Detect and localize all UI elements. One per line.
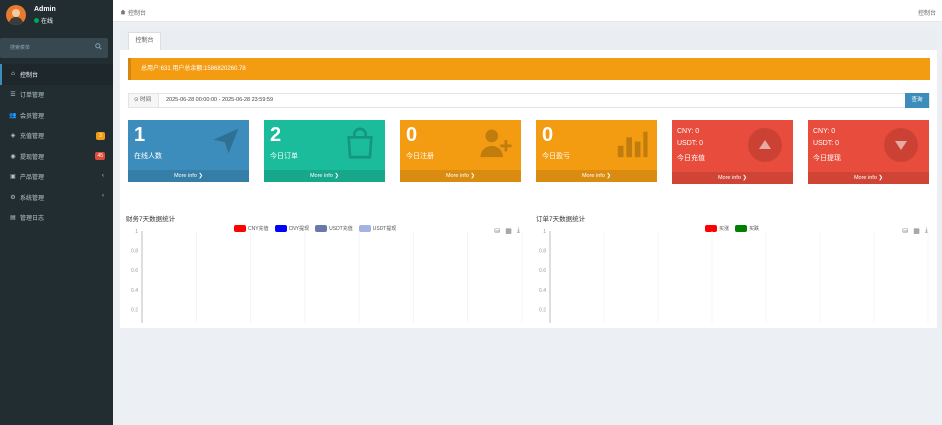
time-range-input[interactable]: 2025-06-28 00:00:00 - 2025-06-28 23:59:5… bbox=[166, 94, 273, 107]
stat-value: 0 bbox=[406, 124, 418, 146]
withdraw-usdt: USDT: 0 bbox=[813, 140, 840, 147]
sidebar-item-label: 充值管理 bbox=[20, 134, 45, 141]
sidebar-item[interactable]: ⌂ 控制台 bbox=[0, 64, 113, 85]
more-info-link[interactable]: More info ❯ bbox=[400, 170, 521, 182]
user-name: Admin bbox=[34, 6, 56, 13]
more-info-link[interactable]: More info ❯ bbox=[536, 170, 657, 182]
sidebar-item[interactable]: ▣ 产品管理 ‹ bbox=[0, 167, 113, 188]
y-tick-label: 0.4 bbox=[131, 288, 138, 294]
stat-value: 1 bbox=[134, 124, 146, 146]
time-filter: ⊙ 时间 2025-06-28 00:00:00 - 2025-06-28 23… bbox=[128, 93, 930, 108]
shopping-bag-icon bbox=[343, 126, 377, 162]
recharge-label: 今日充值 bbox=[677, 155, 705, 162]
y-tick-label: 0.4 bbox=[539, 288, 546, 294]
users-icon: 👥 bbox=[9, 112, 17, 119]
chart-canvas: 10.80.60.40.202025-06-222025-06-232025-0… bbox=[539, 229, 929, 323]
y-tick-label: 1 bbox=[543, 229, 546, 235]
user-add-icon bbox=[479, 126, 513, 162]
sidebar-menu: ⌂ 控制台 ☰ 订单管理 👥 会员管理 ◈ 充值管理 3 ◉ 提现管理 45 ▣ 产品管理 ‹ ⚙ 系统管理 ‹ ▤… bbox=[0, 64, 113, 228]
sidebar-item-label: 系统管理 bbox=[20, 195, 45, 202]
tab-bar: 控制台 bbox=[120, 28, 937, 50]
bar-chart-icon bbox=[615, 126, 649, 162]
y-tick-label: 0.6 bbox=[131, 268, 138, 274]
chevron-left-icon: ‹ bbox=[102, 172, 104, 179]
recharge-cny: CNY: 0 bbox=[677, 128, 700, 135]
query-button[interactable]: 查询 bbox=[905, 93, 929, 108]
sidebar-item-label: 产品管理 bbox=[20, 175, 45, 182]
stat-cards: 1 在线人数 More info ❯ 2 今日订单 More info ❯ 0 … bbox=[128, 120, 930, 212]
sidebar-item-label: 会员管理 bbox=[20, 113, 45, 120]
sidebar-item[interactable]: 👥 会员管理 bbox=[0, 105, 113, 126]
withdraw-label: 今日提现 bbox=[813, 155, 841, 162]
stat-card-orders: 2 今日订单 More info ❯ bbox=[264, 120, 385, 182]
y-tick-label: 0.2 bbox=[539, 307, 546, 313]
arrow-up-circle-icon bbox=[748, 128, 782, 162]
top-bar: 控制台 控制台 bbox=[113, 0, 942, 22]
y-tick-label: 0.8 bbox=[131, 249, 138, 255]
home-icon bbox=[120, 9, 126, 17]
list-icon: ☰ bbox=[10, 92, 16, 99]
sidebar-item-label: 提现管理 bbox=[20, 154, 45, 161]
arrow-down-circle-icon bbox=[884, 128, 918, 162]
sidebar-item-label: 订单管理 bbox=[20, 93, 45, 100]
count-badge: 45 bbox=[95, 152, 105, 160]
sidebar-item[interactable]: ◈ 充值管理 3 bbox=[0, 126, 113, 147]
stat-value: 2 bbox=[270, 124, 282, 146]
stat-card-online: 1 在线人数 More info ❯ bbox=[128, 120, 249, 182]
more-info-link[interactable]: More info ❯ bbox=[808, 172, 929, 184]
stat-label: 今日订单 bbox=[270, 153, 298, 160]
stat-card-recharge: CNY: 0 USDT: 0 今日充值 More info ❯ bbox=[672, 120, 793, 184]
summary-notice: 总用户:631 用户总余额:1586820260.78 bbox=[128, 58, 930, 80]
settings-icon: ⚙ bbox=[10, 194, 16, 201]
product-icon: ▣ bbox=[10, 174, 16, 181]
user-status-label: 在线 bbox=[41, 19, 54, 25]
search-icon[interactable] bbox=[95, 43, 102, 52]
tab-dashboard[interactable]: 控制台 bbox=[128, 32, 161, 50]
y-tick-label: 0.6 bbox=[539, 268, 546, 274]
y-tick-label: 0.8 bbox=[539, 249, 546, 255]
chart-canvas: 10.80.60.40.202025-06-222025-06-232025-0… bbox=[131, 229, 523, 323]
main-panel: 控制台 总用户:631 用户总余额:1586820260.78 ⊙ 时间 202… bbox=[120, 28, 937, 328]
paper-plane-icon bbox=[211, 126, 241, 158]
orders-chart: 订单7天数据统计 买涨买跌 ⛁ ▦ ⤓ 10.80.60.40.202025-0… bbox=[530, 213, 932, 323]
sidebar-item[interactable]: ▤ 管理日志 bbox=[0, 208, 113, 229]
withdraw-cny: CNY: 0 bbox=[813, 128, 836, 135]
sidebar-item-label: 控制台 bbox=[20, 72, 39, 79]
avatar[interactable] bbox=[6, 5, 26, 25]
chevron-left-icon: ‹ bbox=[102, 193, 104, 199]
search-placeholder: 搜索菜单 bbox=[10, 45, 31, 51]
more-info-link[interactable]: More info ❯ bbox=[672, 172, 793, 184]
sidebar-item-label: 管理日志 bbox=[20, 216, 45, 223]
stat-card-profit: 0 今日盈亏 More info ❯ bbox=[536, 120, 657, 182]
user-status: 在线 bbox=[34, 16, 53, 25]
stat-card-withdraw: CNY: 0 USDT: 0 今日提现 More info ❯ bbox=[808, 120, 929, 184]
time-filter-label: ⊙ 时间 bbox=[129, 94, 159, 107]
stat-label: 今日注册 bbox=[406, 153, 434, 160]
more-info-link[interactable]: More info ❯ bbox=[264, 170, 385, 182]
y-tick-label: 0.2 bbox=[131, 307, 138, 313]
breadcrumb: 控制台 bbox=[120, 8, 146, 17]
dashboard-icon: ⌂ bbox=[11, 71, 15, 78]
sidebar-item[interactable]: ◉ 提现管理 45 bbox=[0, 146, 113, 167]
more-info-link[interactable]: More info ❯ bbox=[128, 170, 249, 182]
y-tick-label: 1 bbox=[135, 229, 138, 235]
stat-label: 今日盈亏 bbox=[542, 153, 570, 160]
finance-chart: 财务7天数据统计 CNY充值 CNY提现 USDT充值 USDT提现 ⛁ ▦ ⤓ 10… bbox=[126, 213, 526, 323]
stat-label: 在线人数 bbox=[134, 153, 162, 160]
sidebar-search-input[interactable]: 搜索菜单 bbox=[0, 38, 108, 58]
withdraw-icon: ◉ bbox=[10, 153, 16, 160]
sidebar-item[interactable]: ☰ 订单管理 bbox=[0, 85, 113, 106]
online-dot-icon bbox=[34, 18, 39, 23]
recharge-usdt: USDT: 0 bbox=[677, 140, 704, 147]
count-badge: 3 bbox=[96, 131, 105, 140]
breadcrumb-current: 控制台 bbox=[917, 11, 936, 17]
stat-card-register: 0 今日注册 More info ❯ bbox=[400, 120, 521, 182]
log-icon: ▤ bbox=[10, 215, 16, 222]
user-panel: Admin 在线 bbox=[0, 0, 113, 33]
sidebar: Admin 在线 搜索菜单 ⌂ 控制台 ☰ 订单管理 👥 会员管理 ◈ 充值管理 3 ◉ 提现管理 4… bbox=[0, 0, 113, 425]
stat-value: 0 bbox=[542, 124, 554, 146]
sidebar-item[interactable]: ⚙ 系统管理 ‹ bbox=[0, 187, 113, 208]
breadcrumb-home[interactable]: 控制台 bbox=[128, 8, 146, 17]
recharge-icon: ◈ bbox=[10, 133, 16, 140]
